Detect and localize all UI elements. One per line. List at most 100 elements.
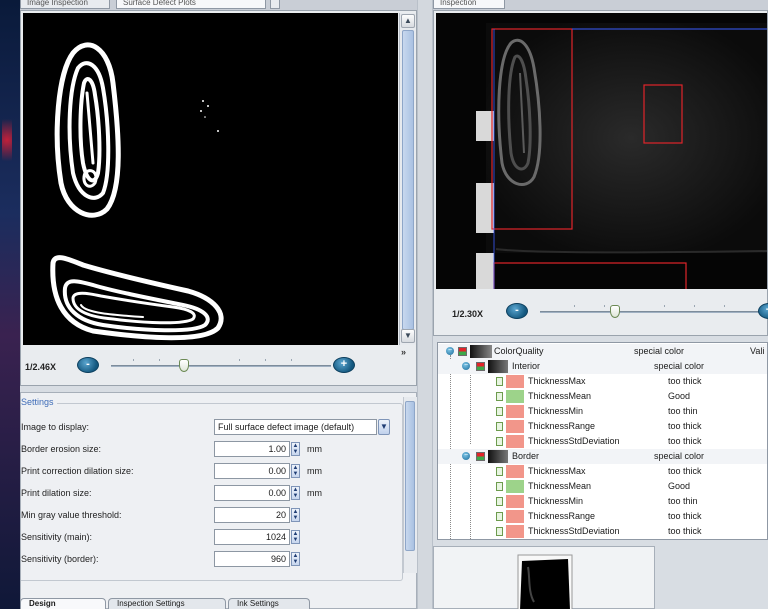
- scroll-thumb[interactable]: [402, 30, 414, 330]
- spinner-icon[interactable]: ▲ ▼: [291, 442, 300, 456]
- zoom-slider-knob[interactable]: [179, 359, 189, 372]
- min-gray-threshold-label: Min gray value threshold:: [21, 510, 122, 520]
- settings-scroll-thumb[interactable]: [405, 401, 415, 551]
- tree-group-row[interactable]: − Interior special color: [438, 359, 767, 374]
- inspection-image-canvas[interactable]: [436, 13, 767, 289]
- tree-item-row[interactable]: ThicknessMin too thin: [438, 494, 767, 509]
- right-zoom-slider-knob[interactable]: [610, 305, 620, 318]
- tree-group-row[interactable]: − Border special color: [438, 449, 767, 464]
- metric-icon: [496, 377, 503, 386]
- zoom-tick: [664, 305, 665, 307]
- tab-inspection[interactable]: Inspection: [433, 0, 505, 9]
- tree-group-name: Border: [512, 451, 540, 461]
- metric-name: ThicknessMean: [528, 391, 592, 401]
- unit-label: mm: [307, 488, 322, 498]
- tree-item-row[interactable]: ThicknessMax too thick: [438, 464, 767, 479]
- image-to-display-select[interactable]: Full surface defect image (default): [214, 419, 377, 435]
- metric-value: too thick: [668, 376, 702, 386]
- dropdown-arrow-icon[interactable]: ▼: [378, 419, 390, 435]
- scroll-up-icon[interactable]: ▲: [401, 14, 415, 28]
- tree-item-row[interactable]: ThicknessRange too thick: [438, 509, 767, 524]
- left-image-viewer: ▲ ▼ » 1/2.46X - +: [20, 10, 417, 386]
- bottom-tab-bar: Design Inspection Settings Ink Settings: [20, 598, 320, 609]
- zoom-in-button[interactable]: +: [333, 357, 355, 373]
- metric-name: ThicknessStdDeviation: [528, 526, 620, 536]
- tree-item-row[interactable]: ThicknessRange too thick: [438, 419, 767, 434]
- tab-image-inspection[interactable]: Image Inspection: [20, 0, 110, 9]
- settings-title: Settings: [21, 397, 57, 407]
- tab-ink-settings[interactable]: Ink Settings: [228, 598, 310, 609]
- tree-root-row[interactable]: − ColorQuality special color Vali: [438, 344, 767, 359]
- tree-item-row[interactable]: ThicknessStdDeviation too thick: [438, 434, 767, 449]
- tree-group-value: special color: [654, 451, 705, 461]
- right-zoom-slider-track[interactable]: [540, 311, 760, 313]
- metric-icon: [496, 512, 503, 521]
- zoom-tick: [159, 359, 160, 361]
- status-icon: [476, 362, 485, 371]
- border-erosion-input[interactable]: 1.00: [214, 441, 290, 457]
- unit-label: mm: [307, 466, 322, 476]
- tree-item-row[interactable]: ThicknessMean Good: [438, 479, 767, 494]
- spinner-icon[interactable]: ▲ ▼: [291, 486, 300, 500]
- color-swatch: [488, 450, 508, 463]
- tree-root-extra: Vali: [750, 346, 765, 356]
- status-swatch: [506, 510, 524, 523]
- inspection-image: [436, 13, 767, 289]
- spinner-icon[interactable]: ▲ ▼: [291, 552, 300, 566]
- defect-image-canvas[interactable]: [23, 13, 398, 345]
- tab-close-icon[interactable]: [270, 0, 280, 9]
- metric-value: too thin: [668, 406, 698, 416]
- expand-chevron-icon[interactable]: »: [401, 347, 406, 357]
- tab-design[interactable]: Design: [20, 598, 106, 609]
- collapse-icon[interactable]: −: [446, 347, 454, 355]
- tree-item-row[interactable]: ThicknessStdDeviation too thick: [438, 524, 767, 539]
- status-swatch: [506, 525, 524, 538]
- spinner-icon[interactable]: ▲ ▼: [291, 530, 300, 544]
- zoom-tick: [694, 305, 695, 307]
- min-gray-threshold-input[interactable]: 20: [214, 507, 290, 523]
- metric-icon: [496, 497, 503, 506]
- tab-surface-defect-plots[interactable]: Surface Defect Plots: [116, 0, 266, 9]
- metric-value: Good: [668, 481, 691, 491]
- metric-icon: [496, 467, 503, 476]
- tree-root-value: special color: [634, 346, 685, 356]
- metric-value: too thick: [668, 436, 702, 446]
- panel-splitter[interactable]: [417, 0, 433, 609]
- collapse-icon[interactable]: −: [462, 452, 470, 460]
- sensitivity-main-input[interactable]: 1024: [214, 529, 290, 545]
- print-correction-dilation-input[interactable]: 0.00: [214, 463, 290, 479]
- right-zoom-control: 1/2.30X - +: [434, 291, 768, 335]
- zoom-tick: [265, 359, 266, 361]
- settings-scrollbar[interactable]: [403, 397, 417, 573]
- zoom-level-label: 1/2.46X: [25, 362, 57, 372]
- zoom-out-button[interactable]: -: [77, 357, 99, 373]
- zoom-slider-track[interactable]: [111, 365, 331, 367]
- print-correction-dilation-label: Print correction dilation size:: [21, 466, 134, 476]
- metric-value: too thick: [668, 526, 702, 536]
- status-icon: [458, 347, 467, 356]
- tree-item-row[interactable]: ThicknessMax too thick: [438, 374, 767, 389]
- metric-value: too thick: [668, 466, 702, 476]
- metric-name: ThicknessStdDeviation: [528, 436, 620, 446]
- tree-item-row[interactable]: ThicknessMin too thin: [438, 404, 767, 419]
- metric-value: Good: [668, 391, 691, 401]
- collapse-icon[interactable]: −: [462, 362, 470, 370]
- spinner-icon[interactable]: ▲ ▼: [291, 464, 300, 478]
- right-zoom-out-button[interactable]: -: [506, 303, 528, 319]
- print-dilation-input[interactable]: 0.00: [214, 485, 290, 501]
- surface-defect-image: [50, 42, 224, 341]
- color-quality-tree: − ColorQuality special color Vali − Inter…: [437, 342, 768, 540]
- tree-item-row[interactable]: ThicknessMean Good: [438, 389, 767, 404]
- thumbnail-image[interactable]: [434, 547, 656, 609]
- metric-icon: [496, 392, 503, 401]
- metric-value: too thick: [668, 421, 702, 431]
- spinner-icon[interactable]: ▲ ▼: [291, 508, 300, 522]
- scroll-down-icon[interactable]: ▼: [401, 329, 415, 343]
- left-vertical-scrollbar[interactable]: ▲ ▼: [399, 13, 416, 345]
- sensitivity-border-input[interactable]: 960: [214, 551, 290, 567]
- zoom-tick: [133, 359, 134, 361]
- zoom-tick: [604, 305, 605, 307]
- right-zoom-in-button[interactable]: +: [758, 303, 768, 319]
- tab-inspection-settings[interactable]: Inspection Settings: [108, 598, 226, 609]
- metric-value: too thick: [668, 511, 702, 521]
